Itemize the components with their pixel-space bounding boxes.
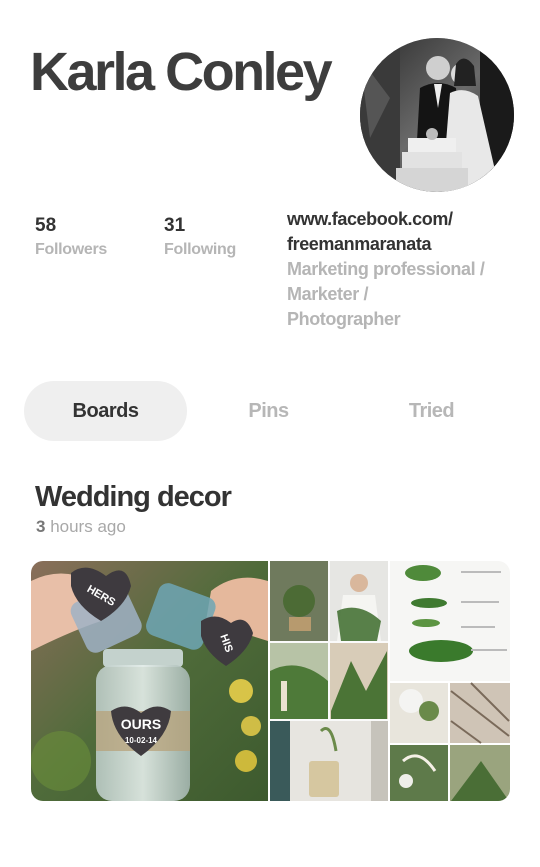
board-title[interactable]: Wedding decor <box>35 479 232 515</box>
right-cover-image <box>390 561 510 801</box>
board-cover-mosaic[interactable]: HERS HIS OURS 10-02-14 <box>31 561 510 801</box>
board-time-text: hours ago <box>45 517 126 536</box>
board-timestamp: 3 hours ago <box>36 516 126 538</box>
profile-tabs: Boards Pins Tried <box>24 381 514 441</box>
followers-count: 58 <box>35 215 57 236</box>
jar-heart-date: 10-02-14 <box>125 736 158 745</box>
following-label: Following <box>164 241 236 258</box>
tab-pins[interactable]: Pins <box>187 381 350 441</box>
profile-info: www.facebook.com/ freemanmaranata Market… <box>287 207 527 332</box>
following-stat[interactable]: 31 Following <box>164 214 236 262</box>
avatar-photo <box>360 38 514 192</box>
profile-avatar[interactable] <box>360 38 514 192</box>
tab-tried[interactable]: Tried <box>350 381 513 441</box>
followers-label: Followers <box>35 241 107 258</box>
profile-name: Karla Conley <box>30 42 333 102</box>
followers-stat[interactable]: 58 Followers <box>35 214 107 262</box>
tab-boards[interactable]: Boards <box>24 381 187 441</box>
profile-about: Marketing professional / Marketer / Phot… <box>287 259 485 329</box>
following-count: 31 <box>164 215 186 236</box>
main-cover-image: HERS HIS OURS 10-02-14 <box>31 561 268 801</box>
board-cover-images: HERS HIS OURS 10-02-14 <box>31 561 510 801</box>
middle-cover-image <box>270 561 388 801</box>
profile-website-link[interactable]: www.facebook.com/ freemanmaranata <box>287 207 527 257</box>
jar-heart-text: OURS <box>121 716 161 732</box>
